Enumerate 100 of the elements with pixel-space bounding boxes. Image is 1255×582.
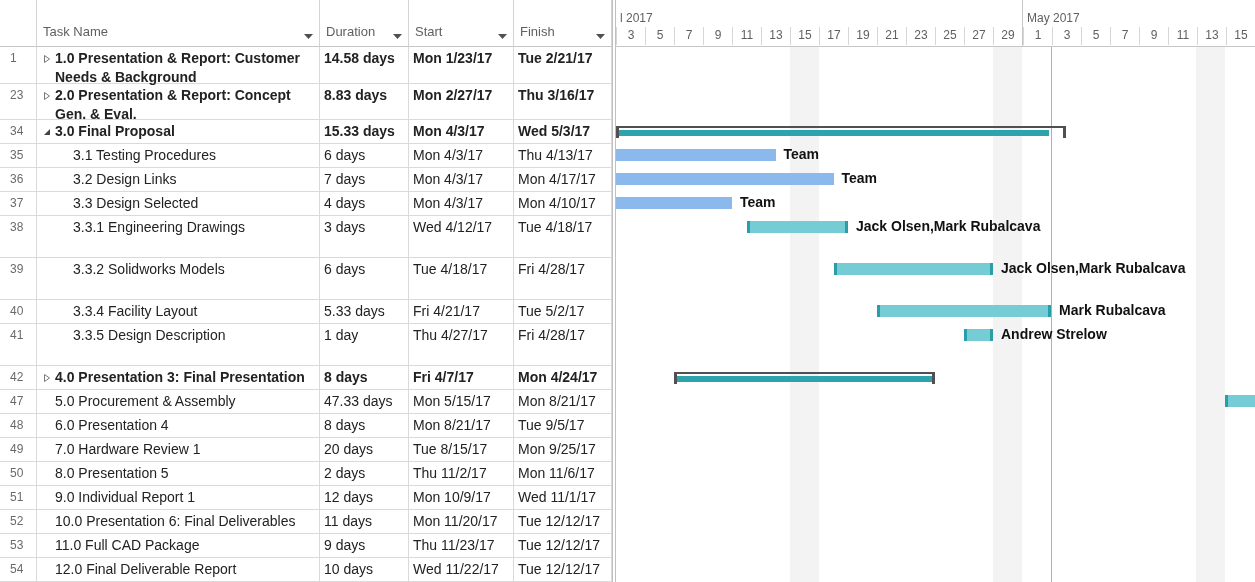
row-number: 47 [0,390,37,414]
column-header[interactable]: Task Name [37,0,320,47]
task-name-cell[interactable]: 3.0 Final Proposal [37,120,320,144]
duration-cell: 15.33 days [320,120,409,144]
start-date-cell: Mon 11/20/17 [409,510,514,534]
finish-date-cell: Mon 9/25/17 [514,438,612,462]
task-name-cell[interactable]: 4.0 Presentation 3: Final Presentation [37,366,320,390]
row-number: 37 [0,192,37,216]
day-label: 21 [877,27,906,45]
start-date-cell: Mon 8/21/17 [409,414,514,438]
finish-date-cell: Tue 12/12/17 [514,510,612,534]
resource-label: Andrew Strelow [1001,326,1107,342]
finish-date-cell: Wed 5/3/17 [514,120,612,144]
row-number: 51 [0,486,37,510]
row-number: 38 [0,216,37,258]
day-label: 9 [703,27,732,45]
day-label: 13 [761,27,790,45]
column-header[interactable]: Start [409,0,514,47]
resource-label: Jack Olsen,Mark Rubalcava [1001,260,1186,276]
task-name-cell[interactable]: 10.0 Presentation 6: Final Deliverables [37,510,320,534]
start-date-cell: Wed 4/12/17 [409,216,514,258]
finish-date-cell: Tue 12/12/17 [514,534,612,558]
day-label: 19 [848,27,877,45]
row-number: 34 [0,120,37,144]
start-date-cell: Mon 4/3/17 [409,168,514,192]
finish-date-cell: Fri 4/28/17 [514,258,612,300]
finish-date-cell: Mon 8/21/17 [514,390,612,414]
duration-cell: 2 days [320,462,409,486]
task-name-cell[interactable]: 8.0 Presentation 5 [37,462,320,486]
start-date-cell: Fri 4/7/17 [409,366,514,390]
finish-date-cell: Mon 4/24/17 [514,366,612,390]
finish-date-cell: Tue 5/2/17 [514,300,612,324]
row-number: 42 [0,366,37,390]
row-number: 40 [0,300,37,324]
duration-cell: 4 days [320,192,409,216]
task-name-cell[interactable]: 3.3.4 Facility Layout [37,300,320,324]
duration-cell: 1 day [320,324,409,366]
day-label: 29 [993,27,1022,45]
month-label: May 2017 [1027,11,1080,27]
task-name-cell[interactable]: 7.0 Hardware Review 1 [37,438,320,462]
task-name-cell[interactable]: 3.2 Design Links [37,168,320,192]
day-label: 3 [1052,27,1081,45]
task-name-cell[interactable]: 1.0 Presentation & Report: Customer Needs & Background [37,47,320,84]
day-label: 3 [616,27,645,45]
day-label: 17 [819,27,848,45]
day-label: 5 [645,27,674,45]
finish-date-cell: Mon 4/10/17 [514,192,612,216]
day-label: 13 [1197,27,1226,45]
day-label: 7 [674,27,703,45]
resource-label: Team [740,194,776,210]
day-label: 5 [1081,27,1110,45]
column-header[interactable]: Duration [320,0,409,47]
task-name-cell[interactable]: 3.3 Design Selected [37,192,320,216]
duration-cell: 6 days [320,258,409,300]
task-name-cell[interactable]: 11.0 Full CAD Package [37,534,320,558]
row-number: 41 [0,324,37,366]
row-number: 1 [0,47,37,84]
day-label: 15 [790,27,819,45]
start-date-cell: Mon 10/9/17 [409,486,514,510]
duration-cell: 5.33 days [320,300,409,324]
task-name-cell[interactable]: 3.3.2 Solidworks Models [37,258,320,300]
finish-date-cell: Tue 12/12/17 [514,558,612,582]
start-date-cell: Thu 4/27/17 [409,324,514,366]
start-date-cell: Mon 4/3/17 [409,120,514,144]
row-number: 53 [0,534,37,558]
day-label: 11 [732,27,761,45]
duration-cell: 6 days [320,144,409,168]
task-name-cell[interactable]: 6.0 Presentation 4 [37,414,320,438]
day-label: 11 [1168,27,1197,45]
day-label: 25 [935,27,964,45]
row-number: 52 [0,510,37,534]
finish-date-cell: Tue 4/18/17 [514,216,612,258]
day-label: 27 [964,27,993,45]
task-name-cell[interactable]: 5.0 Procurement & Assembly [37,390,320,414]
row-number: 39 [0,258,37,300]
row-number: 48 [0,414,37,438]
task-name-cell[interactable]: 3.1 Testing Procedures [37,144,320,168]
start-date-cell: Mon 4/3/17 [409,192,514,216]
day-label: 7 [1110,27,1139,45]
task-name-cell[interactable]: 12.0 Final Deliverable Report [37,558,320,582]
task-name-cell[interactable]: 9.0 Individual Report 1 [37,486,320,510]
task-name-cell[interactable]: 3.3.5 Design Description [37,324,320,366]
finish-date-cell: Fri 4/28/17 [514,324,612,366]
task-name-cell[interactable]: 3.3.1 Engineering Drawings [37,216,320,258]
day-label: 9 [1139,27,1168,45]
start-date-cell: Tue 4/18/17 [409,258,514,300]
start-date-cell: Mon 1/23/17 [409,47,514,84]
start-date-cell: Fri 4/21/17 [409,300,514,324]
start-date-cell: Mon 4/3/17 [409,144,514,168]
row-number: 35 [0,144,37,168]
duration-cell: 7 days [320,168,409,192]
resource-label: Team [783,146,820,162]
resource-label: Team [841,170,878,186]
resource-label: Mark Rubalcava [1059,302,1166,318]
day-label: 23 [906,27,935,45]
row-number: 36 [0,168,37,192]
start-date-cell: Tue 8/15/17 [409,438,514,462]
column-header[interactable]: Finish [514,0,612,47]
duration-cell: 8.83 days [320,83,409,120]
duration-cell: 8 days [320,414,409,438]
